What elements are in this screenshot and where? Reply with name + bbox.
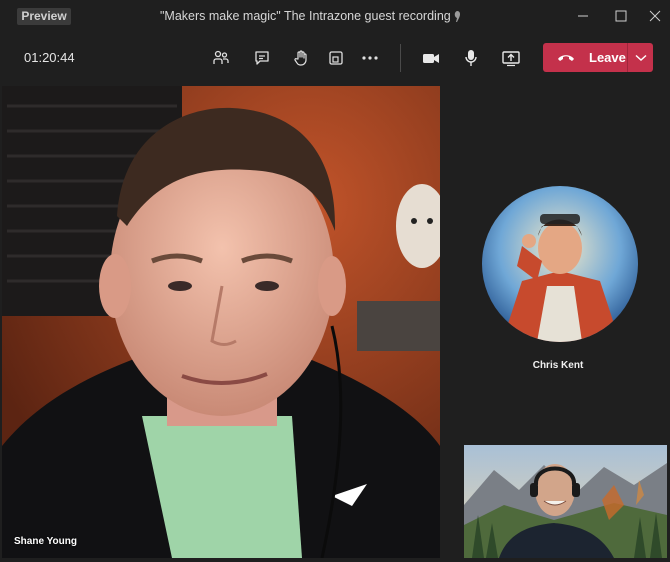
leave-label: Leave — [589, 50, 626, 65]
hand-icon — [294, 50, 307, 66]
microphone-icon — [465, 50, 477, 66]
window-title: "Makers make magic" The Intrazone guest … — [160, 9, 451, 23]
camera-icon — [423, 54, 439, 63]
more-actions-button[interactable] — [356, 44, 384, 72]
chat-icon — [255, 51, 269, 65]
hang-up-icon — [558, 54, 574, 61]
chat-button[interactable] — [248, 44, 276, 72]
close-icon[interactable] — [645, 7, 665, 25]
toolbar-divider — [400, 44, 401, 72]
rooms-button[interactable] — [322, 44, 350, 72]
microphone-button[interactable] — [457, 44, 485, 72]
recording-indicator-icon — [454, 11, 461, 22]
share-screen-icon — [502, 51, 520, 67]
meeting-timer: 01:20:44 — [24, 50, 75, 65]
raise-hand-button[interactable] — [287, 44, 315, 72]
leave-options-button[interactable] — [627, 43, 653, 72]
leave-button[interactable]: Leave — [543, 43, 627, 72]
avatar-participant-name: Chris Kent — [532, 360, 584, 371]
people-icon — [213, 50, 229, 64]
breakout-rooms-icon — [329, 51, 343, 65]
more-icon — [362, 56, 378, 60]
chevron-down-icon — [634, 54, 647, 61]
teams-meeting-window: Preview "Makers make magic" The Intrazon… — [0, 0, 670, 562]
participant-avatar — [482, 186, 638, 342]
camera-button[interactable] — [417, 44, 445, 72]
main-participant-name: Shane Young — [14, 536, 77, 547]
title-bar: Preview "Makers make magic" The Intrazon… — [0, 0, 670, 32]
share-screen-button[interactable] — [497, 44, 525, 72]
meeting-toolbar: 01:20:44 Leave — [0, 32, 670, 84]
avatar-image — [482, 186, 638, 342]
video-frame — [2, 86, 440, 558]
self-view-video — [464, 445, 667, 558]
participants-button[interactable] — [207, 44, 235, 72]
preview-badge: Preview — [17, 8, 71, 25]
self-view-frame — [464, 445, 667, 558]
minimize-icon[interactable] — [573, 7, 593, 25]
main-participant-video — [2, 86, 440, 558]
maximize-icon[interactable] — [611, 7, 631, 25]
